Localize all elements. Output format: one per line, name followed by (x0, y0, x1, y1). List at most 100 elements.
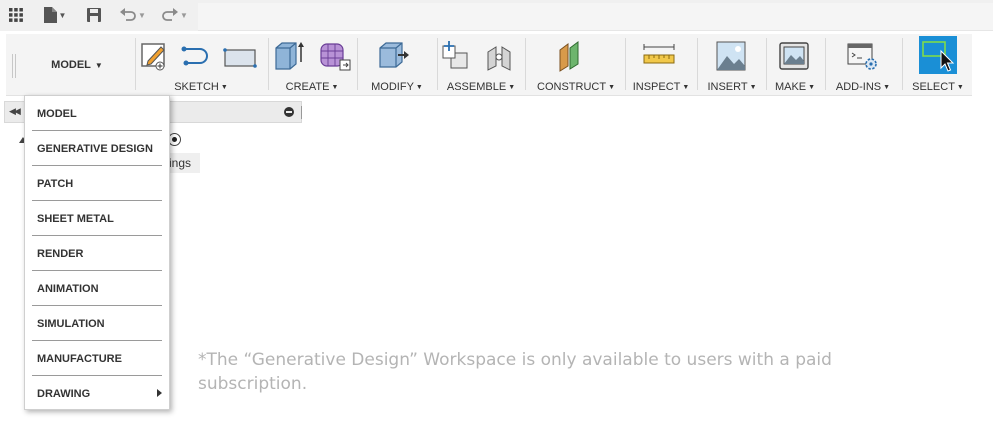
workspace-dropdown: MODEL GENERATIVE DESIGN PATCH SHEET META… (24, 95, 170, 410)
chevron-down-icon: ▼ (180, 10, 188, 20)
rectangle-icon (223, 48, 257, 68)
rectangle-button[interactable] (223, 40, 257, 72)
workspace-item-drawing[interactable]: DRAWING (25, 376, 169, 411)
joint-button[interactable] (483, 40, 517, 72)
toolbar-grip[interactable] (12, 54, 16, 78)
3d-print-icon (779, 42, 809, 70)
measure-icon (643, 44, 675, 64)
inspect-menu[interactable]: INSPECT ▼ (628, 80, 694, 94)
toolbar-divider (825, 38, 826, 90)
collapse-panel-icon[interactable]: ◀◀ (9, 106, 21, 117)
workspace-label: MODEL (51, 59, 91, 71)
menu-item-label: RENDER (37, 247, 84, 260)
group-label: ADD-INS (835, 81, 882, 93)
extrude-icon (275, 42, 304, 70)
toolbar-divider (766, 38, 767, 90)
create-menu[interactable]: CREATE ▼ (272, 80, 352, 94)
extrude-button[interactable] (272, 40, 306, 72)
select-button[interactable] (918, 36, 958, 74)
minimize-icon[interactable] (284, 107, 294, 117)
chevron-down-icon: ▼ (682, 83, 690, 91)
menu-item-label: PATCH (37, 177, 74, 190)
group-label: SKETCH (174, 81, 219, 93)
app-grid-button[interactable] (7, 5, 25, 25)
offset-plane-button[interactable] (555, 40, 589, 72)
chevron-down-icon: ▼ (138, 10, 146, 20)
menu-item-label: SHEET METAL (37, 212, 114, 225)
group-label: CREATE (285, 81, 330, 93)
toolbar-divider (268, 38, 269, 90)
chevron-down-icon: ▼ (749, 83, 757, 91)
workspace-item-simulation[interactable]: SIMULATION (25, 306, 169, 341)
workspace-item-generative-design[interactable]: GENERATIVE DESIGN (25, 131, 169, 166)
scripts-addins-button[interactable] (846, 40, 880, 72)
toolbar-divider (625, 38, 626, 90)
form-mesh-icon (320, 43, 351, 71)
addins-menu[interactable]: ADD-INS ▼ (828, 80, 898, 94)
select-cursor-icon (919, 36, 957, 74)
workspace-item-animation[interactable]: ANIMATION (25, 271, 169, 306)
toolbar-divider (525, 38, 526, 90)
chevron-down-icon: ▼ (608, 83, 615, 91)
document-tab-strip (198, 3, 993, 31)
make-menu[interactable]: MAKE ▼ (769, 80, 821, 94)
insert-canvas-button[interactable] (714, 40, 748, 72)
3d-print-button[interactable] (777, 40, 811, 72)
workspace-switcher[interactable]: MODEL ▼ (19, 34, 135, 96)
redo-button[interactable]: ▼ (159, 5, 191, 25)
create-sketch-button[interactable] (137, 40, 171, 72)
new-component-icon (442, 41, 468, 69)
chevron-down-icon: ▼ (220, 83, 228, 91)
quick-access-bar: ▼ ▼ ▼ (0, 0, 993, 31)
toolbar-divider (437, 38, 438, 90)
chevron-right-icon (157, 389, 162, 397)
press-pull-icon (379, 42, 409, 68)
menu-item-label: GENERATIVE DESIGN (37, 142, 153, 155)
chevron-down-icon: ▼ (808, 83, 816, 91)
workspace-item-model[interactable]: MODEL (25, 96, 169, 131)
undo-button[interactable]: ▼ (117, 5, 149, 25)
line-button[interactable] (180, 40, 214, 72)
sketch-menu[interactable]: SKETCH ▼ (137, 80, 265, 94)
grid-icon (9, 8, 23, 22)
insert-menu[interactable]: INSERT ▼ (700, 80, 764, 94)
save-button[interactable] (86, 5, 102, 25)
toolbar-divider (697, 38, 698, 90)
measure-button[interactable] (642, 40, 676, 72)
spline-icon (181, 46, 208, 66)
workspace-item-manufacture[interactable]: MANUFACTURE (25, 341, 169, 376)
subscription-footnote: *The “Generative Design” Workspace is on… (198, 350, 832, 394)
toolbar-divider (902, 38, 903, 90)
construct-menu[interactable]: CONSTRUCT ▼ (528, 80, 624, 94)
chevron-down-icon: ▼ (94, 60, 103, 70)
workspace-item-render[interactable]: RENDER (25, 236, 169, 271)
menu-item-label: MANUFACTURE (37, 352, 122, 365)
chevron-down-icon: ▼ (331, 83, 339, 91)
group-label: CONSTRUCT (537, 81, 607, 93)
new-component-button[interactable] (439, 40, 473, 72)
modify-menu[interactable]: MODIFY ▼ (359, 80, 435, 94)
group-label: INSERT (707, 81, 748, 93)
workspace-item-patch[interactable]: PATCH (25, 166, 169, 201)
browser-node-label: ings (169, 156, 192, 170)
create-sketch-icon (141, 43, 165, 71)
toolbar-divider (135, 38, 136, 90)
assemble-menu[interactable]: ASSEMBLE ▼ (439, 80, 523, 94)
chevron-down-icon: ▼ (956, 83, 964, 91)
workspace-item-sheet-metal[interactable]: SHEET METAL (25, 201, 169, 236)
select-menu[interactable]: SELECT ▼ (905, 80, 971, 94)
form-button[interactable] (317, 40, 351, 72)
undo-icon (120, 8, 136, 21)
group-label: ASSEMBLE (446, 81, 507, 93)
file-icon (43, 7, 57, 23)
toolbar-divider (357, 38, 358, 90)
redo-icon (162, 8, 179, 21)
scripts-gear-icon (847, 43, 877, 70)
chevron-down-icon: ▼ (415, 83, 423, 91)
offset-plane-icon (559, 41, 579, 72)
file-menu-button[interactable]: ▼ (40, 5, 70, 25)
chevron-down-icon: ▼ (58, 10, 67, 20)
panel-resize-handle[interactable] (301, 106, 303, 119)
press-pull-button[interactable] (376, 40, 410, 72)
group-label: MODIFY (371, 81, 414, 93)
